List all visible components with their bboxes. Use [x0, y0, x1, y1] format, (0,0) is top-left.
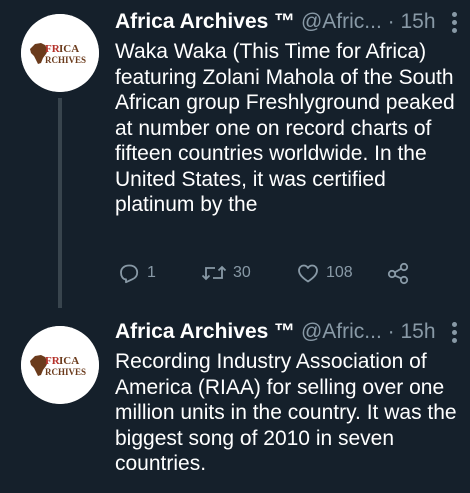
- svg-text:ICA: ICA: [59, 43, 79, 55]
- tweet-text: Recording Industry Association of Americ…: [115, 350, 457, 475]
- timestamp[interactable]: 15h: [401, 10, 436, 33]
- display-name[interactable]: Africa Archives ™: [115, 320, 295, 343]
- tweet[interactable]: FR ICA RCHIVES Africa Archives ™ @Afric.…: [0, 0, 470, 308]
- timestamp[interactable]: 15h: [401, 320, 436, 343]
- tweet-header: Africa Archives ™ @Afric... · 15h: [115, 319, 436, 345]
- handle[interactable]: @Afric...: [301, 320, 382, 343]
- tweet-header: Africa Archives ™ @Afric... · 15h: [115, 9, 436, 35]
- more-icon[interactable]: [452, 322, 458, 344]
- retweet-count: 30: [233, 264, 251, 281]
- svg-text:RCHIVES: RCHIVES: [45, 367, 86, 377]
- retweet-icon: [201, 265, 227, 281]
- avatar[interactable]: FR ICA RCHIVES: [21, 14, 99, 92]
- separator: ·: [387, 320, 395, 343]
- thread-connector: [58, 98, 62, 308]
- tweet-text: Waka Waka (This Time for Africa) featuri…: [115, 40, 455, 216]
- like-count: 108: [326, 264, 353, 281]
- like-button[interactable]: 108: [296, 258, 353, 288]
- svg-text:ICA: ICA: [59, 355, 79, 367]
- africa-archives-logo: FR ICA RCHIVES: [21, 326, 99, 404]
- svg-text:RCHIVES: RCHIVES: [45, 55, 86, 65]
- tweet[interactable]: FR ICA RCHIVES Africa Archives ™ @Afric.…: [0, 305, 470, 493]
- display-name[interactable]: Africa Archives ™: [115, 10, 295, 33]
- share-icon: [387, 262, 409, 285]
- retweet-button[interactable]: 30: [201, 258, 251, 288]
- like-icon: [298, 264, 318, 283]
- africa-archives-logo: FR ICA RCHIVES: [21, 14, 99, 92]
- more-icon[interactable]: [452, 12, 458, 34]
- avatar[interactable]: FR ICA RCHIVES: [21, 326, 99, 404]
- handle[interactable]: @Afric...: [301, 10, 382, 33]
- reply-button[interactable]: 1: [117, 258, 156, 288]
- tweet-actions: 1 30 108: [117, 258, 417, 288]
- separator: ·: [387, 10, 395, 33]
- reply-count: 1: [147, 264, 156, 281]
- reply-icon: [120, 264, 139, 284]
- share-button[interactable]: [385, 258, 411, 288]
